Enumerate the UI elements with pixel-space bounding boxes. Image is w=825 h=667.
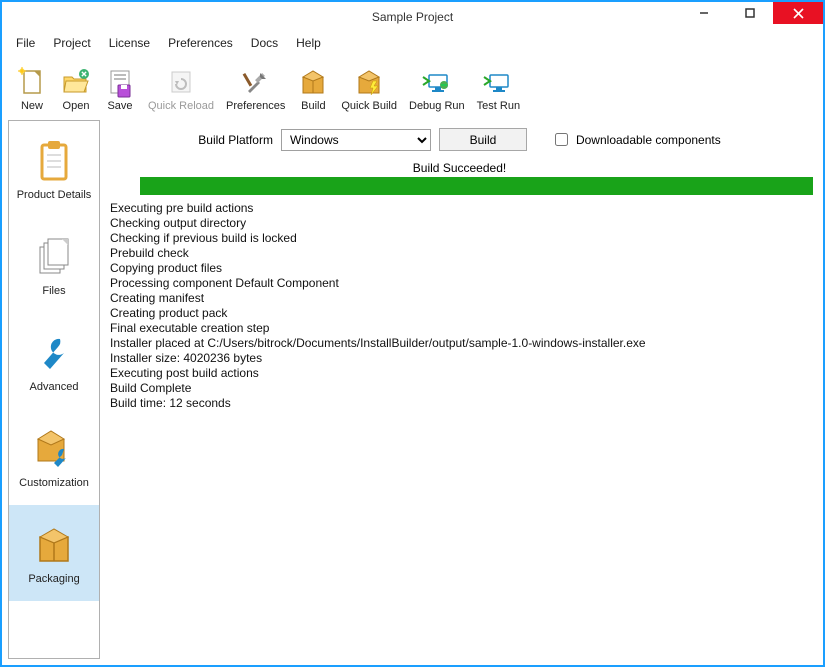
menu-preferences[interactable]: Preferences <box>160 34 241 52</box>
app-window: Sample Project File Project License Pref… <box>0 0 825 667</box>
package-icon <box>30 521 78 569</box>
tab-product-details[interactable]: Product Details <box>9 121 99 217</box>
menubar: File Project License Preferences Docs He… <box>2 32 823 54</box>
log-line: Copying product files <box>110 261 809 276</box>
build-action-button[interactable]: Build <box>439 128 527 151</box>
progress-bar <box>140 177 813 195</box>
log-line: Checking if previous build is locked <box>110 231 809 246</box>
downloadable-label: Downloadable components <box>576 133 721 147</box>
close-icon <box>793 8 804 19</box>
clipboard-icon <box>30 137 78 185</box>
window-title: Sample Project <box>372 10 453 24</box>
build-log[interactable]: Executing pre build actions Checking out… <box>106 199 813 655</box>
log-line: Executing post build actions <box>110 366 809 381</box>
tab-customization[interactable]: Customization <box>9 409 99 505</box>
tab-packaging[interactable]: Packaging <box>9 505 99 601</box>
files-icon <box>30 233 78 281</box>
log-line: Installer size: 4020236 bytes <box>110 351 809 366</box>
log-line: Processing component Default Component <box>110 276 809 291</box>
log-line: Installer placed at C:/Users/bitrock/Doc… <box>110 336 809 351</box>
side-tabs: Product Details Files Advanced Customiza… <box>8 120 100 659</box>
log-line: Creating product pack <box>110 306 809 321</box>
menu-docs[interactable]: Docs <box>243 34 286 52</box>
log-line: Creating manifest <box>110 291 809 306</box>
debug-run-button[interactable]: Debug Run <box>403 58 471 114</box>
downloadable-checkbox[interactable] <box>555 133 568 146</box>
debug-monitor-icon <box>421 67 453 99</box>
log-line: Build Complete <box>110 381 809 396</box>
quick-box-icon <box>353 67 385 99</box>
wrench-icon <box>30 329 78 377</box>
tab-advanced[interactable]: Advanced <box>9 313 99 409</box>
window-controls <box>681 2 823 32</box>
menu-license[interactable]: License <box>101 34 158 52</box>
menu-help[interactable]: Help <box>288 34 329 52</box>
reload-icon <box>165 67 197 99</box>
box-icon <box>297 67 329 99</box>
quick-reload-button[interactable]: Quick Reload <box>142 58 220 114</box>
maximize-icon <box>745 8 755 18</box>
build-controls: Build Platform Windows Build Downloadabl… <box>102 120 817 157</box>
platform-label: Build Platform <box>198 133 273 147</box>
build-status: Build Succeeded! <box>102 157 817 177</box>
maximize-button[interactable] <box>727 2 773 24</box>
test-run-button[interactable]: Test Run <box>471 58 526 114</box>
menu-file[interactable]: File <box>8 34 43 52</box>
log-line: Final executable creation step <box>110 321 809 336</box>
log-line: Prebuild check <box>110 246 809 261</box>
minimize-button[interactable] <box>681 2 727 24</box>
log-line: Build time: 12 seconds <box>110 396 809 411</box>
build-button[interactable]: Build <box>291 58 335 114</box>
menu-project[interactable]: Project <box>45 34 98 52</box>
titlebar: Sample Project <box>2 2 823 32</box>
close-button[interactable] <box>773 2 823 24</box>
save-button[interactable]: Save <box>98 58 142 114</box>
minimize-icon <box>699 8 709 18</box>
quick-build-button[interactable]: Quick Build <box>335 58 403 114</box>
new-button[interactable]: New <box>10 58 54 114</box>
main-panel: Build Platform Windows Build Downloadabl… <box>102 120 817 659</box>
log-line: Executing pre build actions <box>110 201 809 216</box>
open-folder-icon <box>60 67 92 99</box>
preferences-button[interactable]: Preferences <box>220 58 291 114</box>
open-button[interactable]: Open <box>54 58 98 114</box>
tab-files[interactable]: Files <box>9 217 99 313</box>
box-wrench-icon <box>30 425 78 473</box>
run-monitor-icon <box>482 67 514 99</box>
platform-select[interactable]: Windows <box>281 129 431 151</box>
tools-icon <box>240 67 272 99</box>
log-line: Checking output directory <box>110 216 809 231</box>
save-icon <box>104 67 136 99</box>
toolbar: New Open Save Quick Reload Preferences <box>2 54 823 114</box>
new-file-icon <box>16 67 48 99</box>
body-area: Product Details Files Advanced Customiza… <box>2 114 823 665</box>
